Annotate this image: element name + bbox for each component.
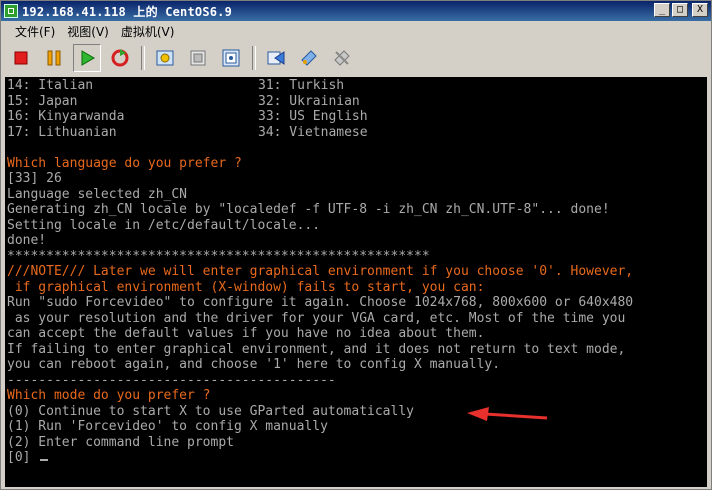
close-button[interactable]: X — [692, 3, 708, 17]
console-line: can accept the default values if you hav… — [7, 326, 485, 341]
console-line: If failing to enter graphical environmen… — [7, 341, 626, 357]
menu-view[interactable]: 视图(V) — [61, 23, 115, 40]
vm-console-icon — [4, 4, 18, 18]
vm-console-screen[interactable]: 14: Italian 31: Turkish 15: Japan 32: Ukra… — [5, 77, 707, 487]
menu-vm[interactable]: 虚拟机(V) — [115, 23, 181, 40]
connect-device-icon — [301, 50, 317, 66]
settings-button[interactable] — [262, 44, 290, 72]
manage-snapshots-button[interactable] — [217, 44, 245, 72]
note-line: ///NOTE/// Later we will enter graphical… — [7, 264, 634, 279]
toolbar-separator — [141, 46, 145, 70]
text-cursor — [40, 459, 49, 461]
revert-snapshot-icon — [190, 50, 206, 66]
console-line: [33] 26 — [7, 171, 62, 186]
title-bar[interactable]: 192.168.41.118 上的 CentOS6.9 _ □ X — [1, 1, 711, 21]
language-option: 33: US English — [258, 109, 368, 124]
separator-line: ****************************************… — [7, 248, 430, 264]
language-option: 34: Vietnamese — [258, 124, 368, 140]
manage-snapshots-icon — [222, 49, 240, 67]
settings-icon — [267, 51, 285, 65]
console-line: Generating zh_CN locale by "localedef -f… — [7, 202, 610, 217]
command-prompt-line[interactable]: [0] — [7, 450, 49, 466]
language-option: 15: Japan — [7, 93, 78, 109]
stop-button[interactable] — [7, 44, 35, 72]
mode-option-1: (1) Run 'Forcevideo' to config X manuall… — [7, 419, 328, 434]
language-option: 16: Kinyarwanda — [7, 109, 125, 124]
mode-option-2: (2) Enter command line prompt — [7, 434, 234, 450]
reset-icon — [111, 49, 129, 67]
language-option: 17: Lithuanian — [7, 124, 117, 140]
language-row: 14: Italian 31: Turkish — [7, 78, 344, 94]
vm-console-window: 192.168.41.118 上的 CentOS6.9 _ □ X 文件(F) … — [0, 0, 712, 490]
console-line: you can reboot again, and choose '1' her… — [7, 357, 501, 372]
console-line: Setting locale in /etc/default/locale... — [7, 217, 321, 233]
pause-button[interactable] — [40, 44, 68, 72]
console-line: Run "sudo Forcevideo" to configure it ag… — [7, 295, 634, 310]
language-row: 15: Japan 32: Ukrainian — [7, 93, 360, 110]
language-option: 32: Ukrainian — [258, 93, 360, 109]
revert-snapshot-button[interactable] — [184, 44, 212, 72]
stop-icon — [14, 51, 28, 65]
separator-line: ----------------------------------------… — [7, 372, 336, 388]
console-line: Language selected zh_CN — [7, 186, 188, 202]
play-icon — [81, 50, 95, 66]
play-button[interactable] — [73, 44, 101, 72]
window-title: 192.168.41.118 上的 CentOS6.9 — [22, 4, 233, 19]
reset-button[interactable] — [106, 44, 134, 72]
red-arrow-annotation-icon — [467, 407, 548, 421]
language-row: 16: Kinyarwanda 33: US English — [7, 109, 368, 125]
menu-file[interactable]: 文件(F) — [1, 23, 61, 40]
toolbar-separator — [252, 46, 256, 70]
maximize-button[interactable]: □ — [672, 3, 688, 17]
language-option: 14: Italian — [7, 78, 94, 93]
console-line: as your resolution and the driver for yo… — [7, 310, 626, 326]
pause-icon — [47, 50, 61, 66]
window-controls: _ □ X — [654, 3, 708, 17]
note-line: if graphical environment (X-window) fail… — [7, 279, 485, 295]
snapshot-icon — [156, 50, 174, 66]
language-prompt: Which language do you prefer ? — [7, 155, 242, 171]
mode-prompt: Which mode do you prefer ? — [7, 388, 211, 403]
disconnect-device-icon — [334, 50, 350, 66]
connect-device-button[interactable] — [295, 44, 323, 72]
snapshot-button[interactable] — [151, 44, 179, 72]
mode-option-0: (0) Continue to start X to use GParted a… — [7, 403, 414, 419]
console-line: done! — [7, 233, 47, 248]
disconnect-device-button[interactable] — [328, 44, 356, 72]
input-prompt: [0] — [7, 450, 31, 465]
toolbar — [1, 41, 711, 75]
language-option: 31: Turkish — [258, 78, 345, 93]
minimize-button[interactable]: _ — [654, 3, 670, 17]
menu-bar: 文件(F) 视图(V) 虚拟机(V) — [1, 21, 711, 41]
language-row: 17: Lithuanian 34: Vietnamese — [7, 124, 368, 141]
